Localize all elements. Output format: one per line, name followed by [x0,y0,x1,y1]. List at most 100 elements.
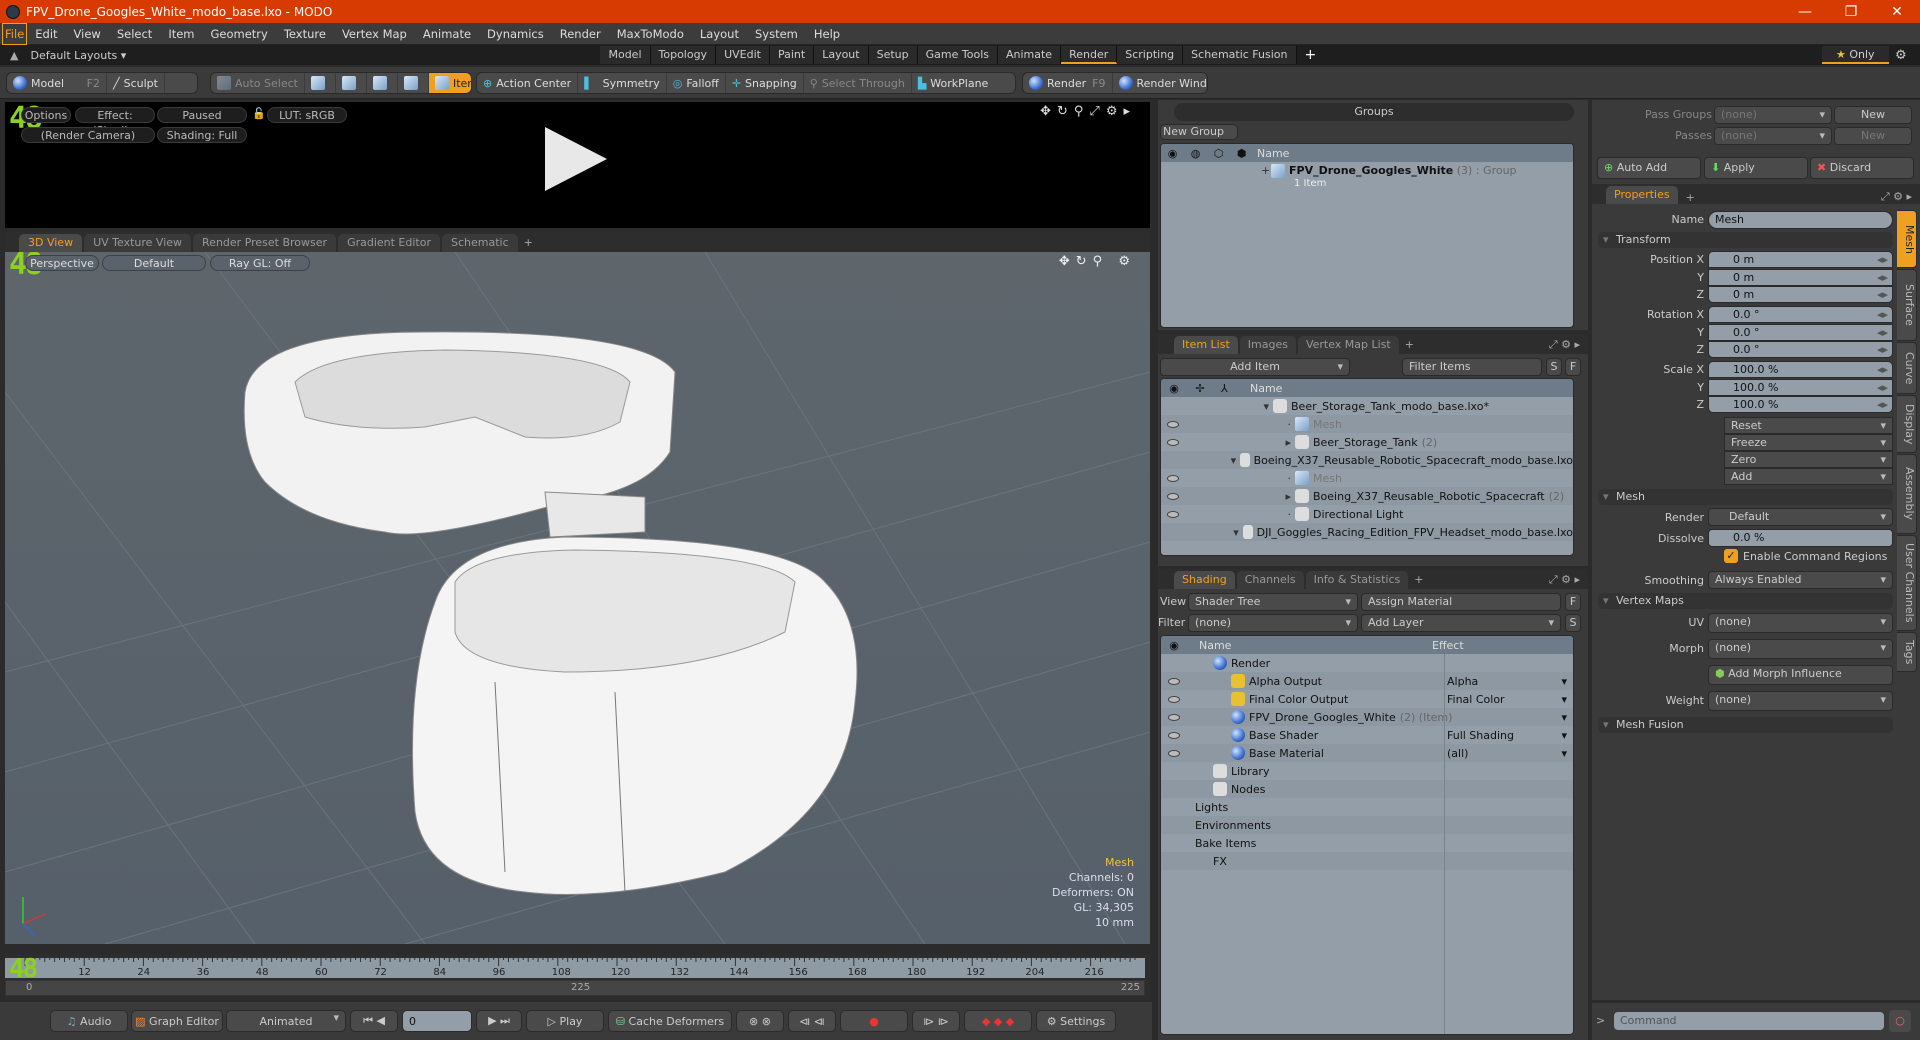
expand-icon[interactable]: + [1161,164,1271,177]
model-button[interactable]: Model F2 [7,73,107,93]
add-tab-button[interactable]: + [1414,571,1423,589]
add-item-dropdown[interactable]: Add Item [1160,358,1350,376]
action-center-button[interactable]: ⊕ Action Center [477,73,579,93]
snapping-button[interactable]: ✛ Snapping [726,73,804,93]
layout-tab-schematic-fusion[interactable]: Schematic Fusion [1183,46,1297,64]
menu-file[interactable]: File [2,22,28,45]
scale-z-input[interactable]: 100.0 % ◂▸ [1708,396,1893,413]
prev-key-buttons[interactable]: ⧏ ⧏ [788,1010,836,1032]
item-list-row[interactable]: ▾ Boeing_X37_Reusable_Robotic_Spacecraft_… [1161,451,1573,469]
visibility-toggle[interactable] [1161,729,1187,742]
graph-editor-button[interactable]: ▨ Graph Editor [131,1010,223,1032]
tab-schematic[interactable]: Schematic [442,234,518,252]
mesh-fusion-section[interactable]: Mesh Fusion [1598,717,1893,733]
menu-system[interactable]: System [747,24,806,44]
passes-dropdown[interactable]: (none) [1714,127,1832,145]
expand-arrow-icon[interactable]: ▸ [1123,104,1136,119]
menu-dynamics[interactable]: Dynamics [479,24,552,44]
scale-y-input[interactable]: 100.0 % ◂▸ [1708,378,1893,396]
zoom-icon[interactable]: ⚲ [1074,104,1090,119]
visibility-toggle[interactable] [1161,747,1187,760]
cache-deformers-button[interactable]: ⛁ Cache Deformers [608,1010,732,1032]
side-tab-assembly[interactable]: Assembly [1897,454,1917,534]
tab-images[interactable]: Images [1239,336,1296,354]
discard-button[interactable]: ✖ Discard [1810,157,1914,179]
go-to-end-button[interactable]: ▶ ⏭ [476,1010,522,1032]
dropdown-arrow-icon[interactable]: ▾ [1561,675,1567,688]
item-list-row[interactable]: · Directional Light [1161,505,1573,523]
sculpt-button[interactable]: ╱ Sculpt [107,73,165,93]
next-key-buttons[interactable]: ⧐ ⧐ [912,1010,960,1032]
minimize-icon[interactable]: — [1782,0,1828,23]
maximize-icon[interactable]: ⤢ [1089,104,1105,119]
layout-tab-animate[interactable]: Animate [997,46,1062,64]
tree-connector[interactable]: · [1255,472,1295,485]
pass-groups-dropdown[interactable]: (none) [1714,106,1832,124]
transform-section[interactable]: Transform [1598,232,1893,248]
tree-connector[interactable]: ▸ [1255,436,1295,449]
layout-tab-paint[interactable]: Paint [769,46,815,64]
drag-arrows-icon[interactable]: ◂▸ [1877,287,1888,303]
close-icon[interactable]: ✕ [1874,0,1920,23]
visibility-toggle[interactable] [1161,436,1255,449]
effect-dropdown[interactable]: Alpha [1447,675,1567,688]
pan-icon[interactable]: ✥ [1040,104,1057,119]
dropdown-arrow-icon[interactable]: ▾ [1561,747,1567,760]
menu-animate[interactable]: Animate [415,24,479,44]
drag-arrows-icon[interactable]: ◂▸ [1877,397,1888,413]
tree-connector[interactable]: · [1255,508,1295,521]
drag-arrows-icon[interactable]: ◂▸ [1877,307,1888,323]
visibility-toggle[interactable] [1161,508,1255,521]
rotation-z-input[interactable]: 0.0 ° ◂▸ [1708,341,1893,358]
rotate-icon[interactable]: ↻ [1076,254,1093,269]
select-through-button[interactable]: ⚲ Select Through [804,73,912,93]
layout-tab-game-tools[interactable]: Game Tools [917,46,998,64]
collapse-arrow-icon[interactable]: ▾ [1229,526,1243,539]
effect-dropdown[interactable]: Effect: (Shadi... [75,107,155,137]
viewport-nav-controls[interactable]: ✥↻⚲ ⚙ [1059,254,1136,269]
tab-uv-texture-view[interactable]: UV Texture View [84,234,192,252]
view-dropdown[interactable]: Shader Tree [1188,593,1358,611]
settings-button[interactable]: ⚙ Settings [1036,1010,1116,1032]
menu-help[interactable]: Help [806,24,848,44]
scale-x-input[interactable]: 100.0 % ◂▸ [1708,361,1893,378]
drag-arrows-icon[interactable]: ◂▸ [1877,325,1888,341]
filter-items-input[interactable]: Filter Items [1402,358,1542,376]
falloff-button[interactable]: ◎ Falloff [667,73,726,93]
shader-tree-row[interactable]: FX [1161,852,1573,870]
side-tab-mesh[interactable]: Mesh [1897,210,1917,268]
position-y-input[interactable]: 0 m ◂▸ [1708,268,1893,286]
add-viewport-tab-button[interactable]: + [524,234,533,252]
tab-shading[interactable]: Shading [1174,571,1235,589]
visibility-toggle[interactable] [1161,711,1187,724]
tab-3d-view[interactable]: 3D View [19,234,83,252]
visibility-toggle[interactable] [1161,418,1255,431]
rotation-y-input[interactable]: 0.0 ° ◂▸ [1708,323,1893,341]
filter-s-button[interactable]: S [1546,358,1562,376]
new-group-button[interactable]: New Group [1160,124,1238,140]
tree-connector[interactable]: ▸ [1255,490,1295,503]
item-list-row[interactable]: · Mesh [1161,469,1573,487]
position-x-input[interactable]: 0 m ◂▸ [1708,251,1893,268]
default-layouts-dropdown[interactable]: Default Layouts ▾ [30,49,600,62]
side-tab-user-channels[interactable]: User Channels [1897,535,1917,631]
side-tab-curve[interactable]: Curve [1897,342,1917,394]
collapse-icon[interactable]: ▲ [10,49,18,62]
render-button[interactable]: Render F9 [1023,73,1113,93]
select-polygons-button[interactable] [367,73,398,93]
add-tab-button[interactable]: + [1686,191,1695,204]
new-pass-group-button[interactable]: New [1834,106,1912,124]
menu-texture[interactable]: Texture [276,24,334,44]
render-window-button[interactable]: Render Window [1113,73,1207,93]
audio-button[interactable]: ♫ Audio [50,1010,128,1032]
layout-tab-topology[interactable]: Topology [650,46,717,64]
add-morph-influence-button[interactable]: ⬢ Add Morph Influence [1708,665,1893,685]
dropdown-arrow-icon[interactable]: ▾ [1561,711,1567,724]
render-preview[interactable]: 48 Options Effect: (Shadi... Paused 🔓 LU… [5,102,1150,228]
name-input[interactable]: Mesh [1708,211,1893,229]
tree-connector[interactable]: · [1255,418,1295,431]
raygl-dropdown[interactable]: Ray GL: Off [210,255,310,271]
3d-viewport[interactable]: 48 Perspective Default Ray GL: Off ✥↻⚲ ⚙… [5,252,1150,944]
dropdown-arrow-icon[interactable]: ▾ [1561,729,1567,742]
side-tab-display[interactable]: Display [1897,395,1917,453]
